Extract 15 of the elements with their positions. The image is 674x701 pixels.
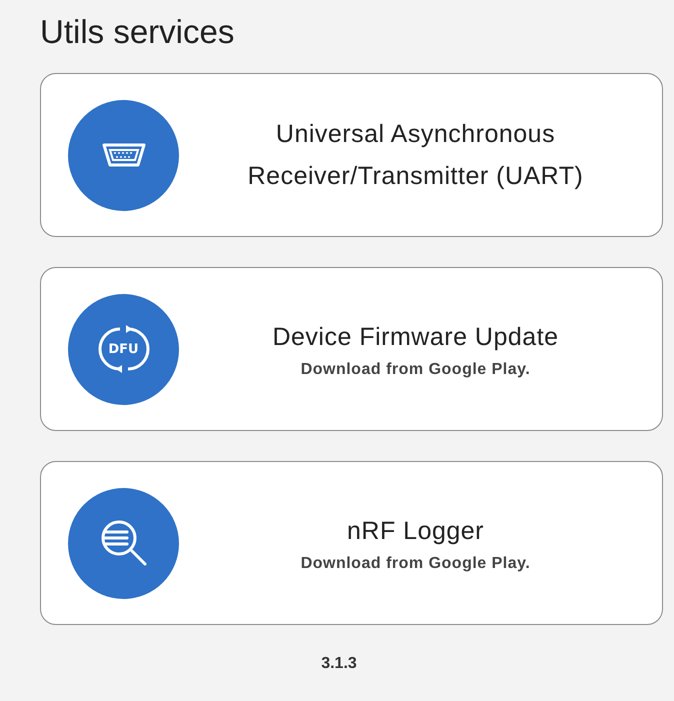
dfu-label: DFU <box>108 342 139 356</box>
service-name: Universal Asynchronous <box>276 119 556 150</box>
service-card[interactable]: Universal Asynchronous Receiver/Transmitter (UART) <box>40 73 663 237</box>
service-name: Receiver/Transmitter (UART) <box>248 161 584 192</box>
service-subtitle: Download from Google Play. <box>300 361 530 379</box>
service-subtitle: Download from Google Play. <box>300 555 530 573</box>
version-label: 3.1.3 <box>321 655 357 673</box>
service-card[interactable]: DFU Device Firmware Update Download from Google Play. <box>40 267 663 431</box>
service-card[interactable]: nRF Logger Download from Google Play. <box>40 461 663 625</box>
page-title: Utils services <box>40 12 236 52</box>
service-name: Device Firmware Update <box>272 322 559 353</box>
sync-arrows-icon <box>98 323 150 375</box>
serial-port-icon <box>100 142 146 168</box>
service-name: nRF Logger <box>346 516 484 547</box>
search-list-icon <box>98 518 148 568</box>
